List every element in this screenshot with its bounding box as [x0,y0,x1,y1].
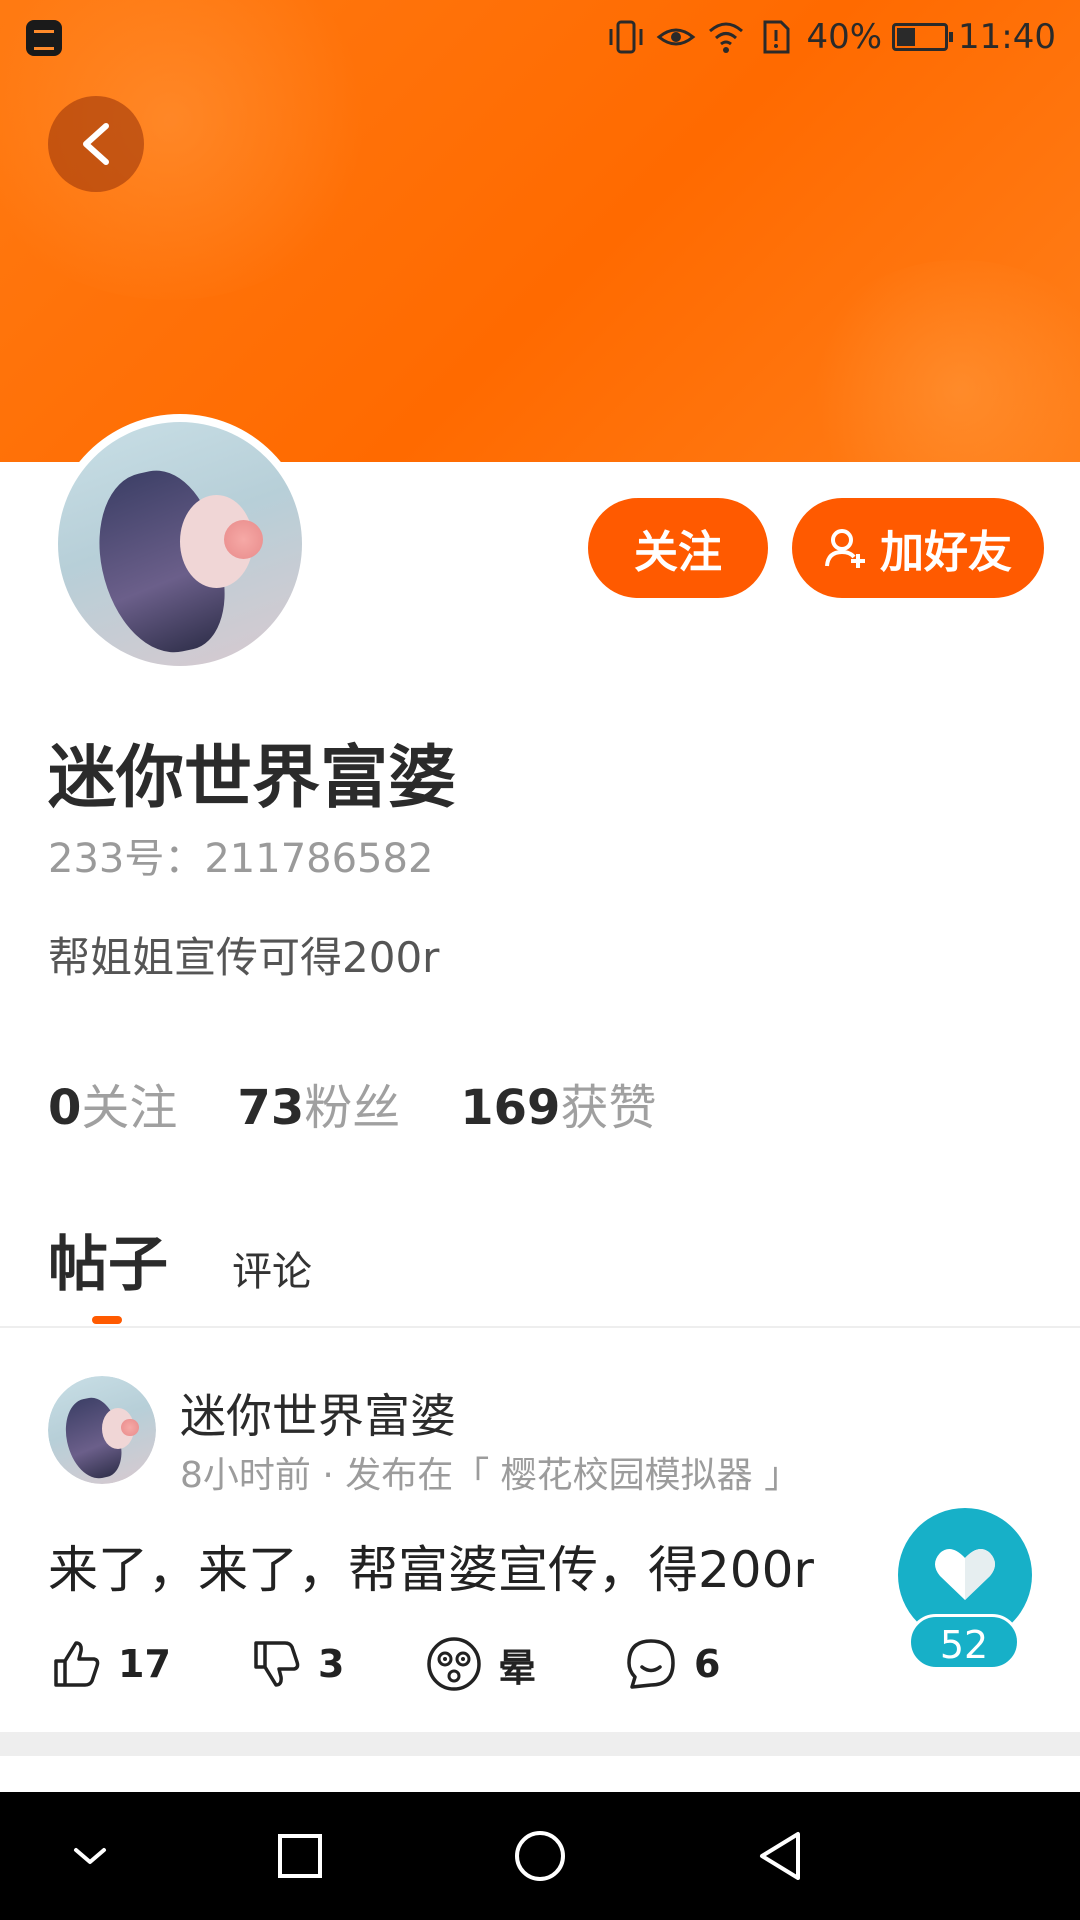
eye-icon [657,28,696,46]
like-count: 17 [118,1642,171,1686]
post-author-name[interactable]: 迷你世界富婆 [180,1380,456,1446]
follow-button[interactable]: 关注 [588,498,768,598]
stat-fans[interactable]: 73粉丝 [237,1068,400,1138]
battery-icon [892,23,954,51]
heart-icon [935,1549,995,1600]
profile-stats: 0关注 73粉丝 169获赞 [48,1068,656,1138]
tab-comments[interactable]: 评论 [232,1239,312,1297]
post-author-avatar[interactable] [48,1376,156,1484]
thumbs-down-icon [254,1641,300,1687]
like-button[interactable]: 17 [52,1634,171,1694]
follow-label: 关注 [634,527,722,578]
comment-count: 6 [694,1642,721,1686]
dislike-count: 3 [318,1642,345,1686]
stat-number: 73 [237,1080,305,1136]
stat-likes: 169获赞 [460,1068,656,1138]
comment-icon [627,1639,675,1689]
stat-label: 关注 [81,1080,178,1136]
wifi-icon [709,22,744,53]
post-content[interactable]: 来了，来了，帮富婆宣传，得200r [48,1530,814,1602]
back-icon[interactable] [750,1826,810,1886]
sim-alert-icon [763,20,790,54]
favorite-count: 52 [908,1614,1020,1670]
dizzy-face-icon [427,1637,481,1691]
profile-name: 迷你世界富婆 [48,739,457,818]
stat-number: 0 [48,1080,82,1136]
tab-indicator [92,1316,122,1324]
back-button[interactable] [48,96,144,192]
collapse-icon[interactable] [60,1826,120,1886]
dizzy-reaction-button[interactable]: 晕 [426,1634,536,1694]
post-meta: 8小时前 · 发布在「 樱花校园模拟器 」 [180,1455,801,1496]
profile-id: 233号：211786582 [48,836,434,882]
chevron-left-icon [83,123,109,165]
profile-avatar[interactable] [50,414,310,674]
post-actions: 17 3 晕 6 [52,1634,752,1694]
dislike-button[interactable]: 3 [252,1634,344,1694]
clock: 11:40 [958,17,1056,57]
add-friend-button[interactable]: 加好友 [792,498,1044,598]
vibrate-icon [609,20,643,54]
recents-icon[interactable] [270,1826,330,1886]
stat-label: 获赞 [560,1080,657,1136]
add-friend-label: 加好友 [880,527,1012,578]
section-separator [0,1732,1080,1756]
comment-button[interactable]: 6 [624,1634,720,1694]
stat-following[interactable]: 0关注 [48,1068,177,1138]
battery-percent: 40% [806,17,883,57]
stat-number: 169 [460,1080,561,1136]
dizzy-label: 晕 [498,1645,537,1690]
divider [0,1326,1080,1328]
home-icon[interactable] [510,1826,570,1886]
system-navbar [0,1792,1080,1920]
content-tabs: 帖子 评论 [48,1216,312,1303]
thumbs-up-icon [54,1641,100,1687]
stat-label: 粉丝 [304,1080,401,1136]
add-user-icon [825,529,865,568]
status-bar: 40% 11:40 [0,0,1080,74]
tab-posts[interactable]: 帖子 [48,1216,168,1303]
app-icon [26,20,62,56]
profile-bio: 帮姐姐宣传可得200r [48,933,440,982]
